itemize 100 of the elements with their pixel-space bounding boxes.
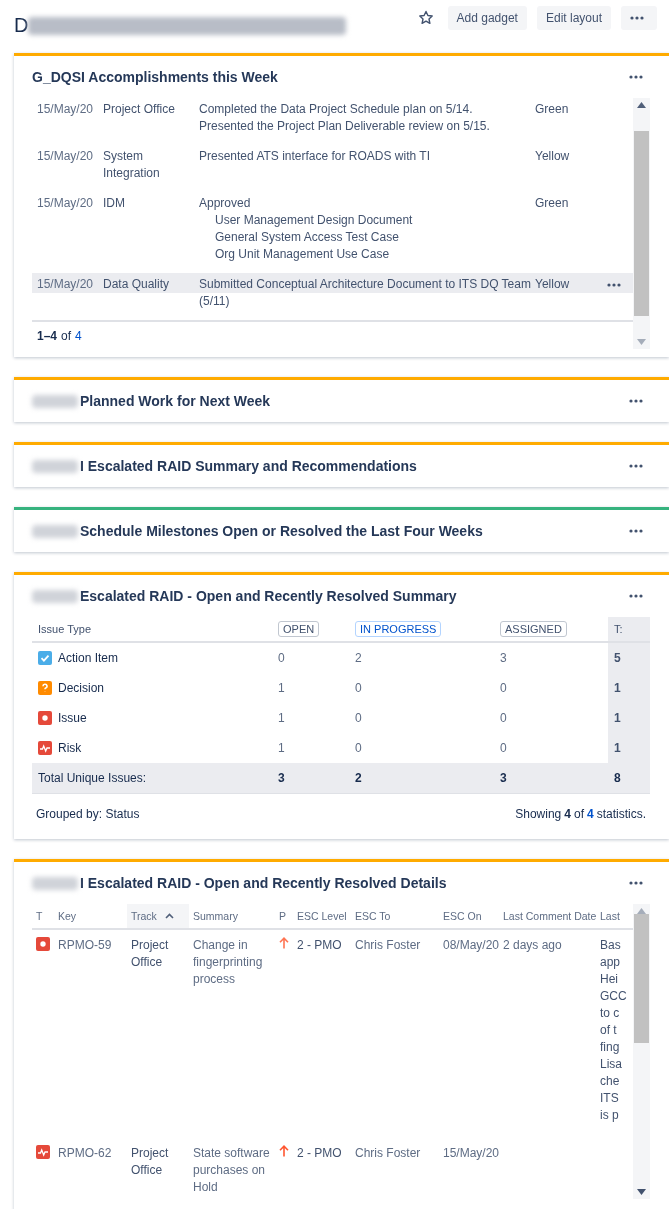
column-header[interactable]: T: [32, 904, 54, 928]
more-icon[interactable]: [629, 464, 643, 468]
issue-key-link[interactable]: RPMO-62: [54, 1145, 127, 1205]
gadget-title: Planned Work for Next Week: [80, 393, 271, 409]
column-header[interactable]: Last: [599, 904, 632, 928]
more-icon[interactable]: [629, 529, 643, 533]
count-link[interactable]: 2: [349, 651, 494, 665]
date-link[interactable]: 15/May/20: [37, 195, 103, 263]
summary-link[interactable]: Change in fingerprinting process: [189, 937, 275, 1124]
status-lozenge: OPEN: [278, 621, 320, 637]
last-comment-cell-text: Bas app Hei GCC to c of t fing Lisa che ITS is p: [599, 937, 628, 1124]
count-link[interactable]: 0: [349, 711, 494, 725]
more-icon[interactable]: [629, 399, 643, 403]
esc-level-cell-text: 2 - PMO: [296, 937, 343, 954]
more-icon[interactable]: [629, 881, 643, 885]
more-icon[interactable]: [607, 283, 621, 287]
scrollbar[interactable]: [633, 98, 650, 349]
gadget-title: I Escalated RAID - Open and Recently Resolved Details: [80, 875, 447, 891]
count-link[interactable]: 1: [272, 681, 349, 695]
showing-count: 4: [564, 807, 571, 821]
pager-total-link[interactable]: 4: [75, 329, 82, 343]
total-link[interactable]: 1: [608, 733, 650, 763]
status-cell-text: Yellow: [535, 148, 571, 165]
column-header[interactable]: ESC To: [351, 904, 439, 928]
count-link[interactable]: 0: [494, 681, 608, 695]
total-link[interactable]: 5: [608, 643, 650, 673]
scroll-down-icon[interactable]: [637, 1189, 646, 1195]
total-count: 2: [354, 771, 363, 785]
column-header: Issue Type: [37, 623, 92, 635]
status-cell-text: Yellow: [535, 276, 571, 293]
status-cell-text: Green: [535, 101, 570, 118]
esc-level-cell-text: 2 - PMO: [296, 1145, 343, 1162]
issue-type-link[interactable]: Issue: [58, 711, 87, 725]
esc-on-cell-text: 08/May/20: [442, 937, 499, 954]
column-header[interactable]: Key: [54, 904, 127, 928]
track-cell-text: Project Office: [103, 101, 176, 118]
column-header[interactable]: Last Comment Date: [499, 904, 599, 928]
table-row[interactable]: 15/May/20 IDM Approved User Management Design Document General System Access Test Case Org Unit Management Use Case Green: [32, 192, 633, 273]
status-lozenge: ASSIGNED: [500, 621, 567, 637]
totals-label: Total Unique Issues:: [37, 771, 148, 785]
column-header: T:: [608, 617, 650, 641]
column-header[interactable]: Summary: [189, 904, 275, 928]
description-item: User Management Design Document: [214, 212, 414, 229]
date-link[interactable]: 15/May/20: [37, 148, 103, 182]
count-link[interactable]: 3: [494, 651, 608, 665]
toolbar-button[interactable]: Edit layout: [536, 6, 611, 30]
track-cell-text: Project Office: [130, 937, 170, 971]
description-text: Presented ATS interface for ROADS with TI: [199, 148, 431, 165]
track-cell-text: Data Quality: [103, 276, 171, 293]
sort-caret-icon: [164, 913, 174, 919]
issue-key-link[interactable]: RPMO-59: [54, 937, 127, 1124]
last-comment-date-cell-text: 2 days ago: [502, 937, 563, 954]
count-link[interactable]: 1: [272, 741, 349, 755]
gadget-title: G_DQSI Accomplishments this Week: [32, 69, 278, 85]
count-link[interactable]: 0: [494, 711, 608, 725]
scroll-up-icon[interactable]: [637, 102, 646, 108]
showing-text: statistics.: [596, 807, 646, 821]
table-row[interactable]: 15/May/20 System Integration Presented ATS interface for ROADS with TI Yellow: [32, 145, 633, 192]
scrollbar[interactable]: [633, 904, 650, 1199]
gadget-title: Escalated RAID - Open and Recently Resolved Summary: [80, 588, 457, 604]
status-lozenge: IN PROGRESS: [355, 621, 442, 637]
count-link[interactable]: 0: [494, 741, 608, 755]
track-cell-text: Project Office: [130, 1145, 170, 1179]
gadget-title: Schedule Milestones Open or Resolved the Last Four Weeks: [80, 523, 483, 539]
table-row[interactable]: 15/May/20 Project Office Completed the Data Project Schedule plan on 5/14. Presented the Project Plan Deliverable review on 5/15. Green: [32, 98, 633, 145]
description-text: Completed the Data Project Schedule plan on 5/14.: [199, 101, 474, 118]
pager-range: 1–4: [37, 329, 58, 343]
showing-text: of: [573, 807, 584, 821]
description-text: Presented the Project Plan Deliverable review on 5/15.: [199, 118, 491, 135]
count-link[interactable]: 0: [349, 681, 494, 695]
date-link[interactable]: 15/May/20: [37, 101, 103, 135]
total-count: 8: [613, 771, 622, 785]
date-link[interactable]: 15/May/20: [37, 276, 103, 310]
total-link[interactable]: 1: [608, 673, 650, 703]
track-cell-text: System Integration: [103, 148, 161, 182]
sorted-column-header[interactable]: Track: [127, 904, 189, 928]
showing-total-link[interactable]: 4: [586, 807, 594, 821]
status-cell-text: Green: [535, 195, 570, 212]
column-header[interactable]: ESC Level: [293, 904, 351, 928]
more-icon[interactable]: [629, 594, 643, 598]
count-link[interactable]: 0: [272, 651, 349, 665]
esc-to-cell-text: Chris Foster: [354, 1145, 422, 1162]
esc-on-cell-text: 15/May/20: [442, 1145, 499, 1162]
count-link[interactable]: 0: [349, 741, 494, 755]
summary-link[interactable]: State software purchases on Hold: [189, 1145, 275, 1205]
description-text: Submitted Conceptual Architecture Document to ITS DQ Team (5/11): [199, 276, 532, 310]
more-icon[interactable]: [629, 75, 643, 79]
total-count: 3: [499, 771, 508, 785]
column-header[interactable]: ESC On: [439, 904, 499, 928]
column-header[interactable]: P: [275, 904, 293, 928]
count-link[interactable]: 1: [272, 711, 349, 725]
more-icon: [630, 16, 644, 20]
issue-type-link[interactable]: Risk: [58, 741, 82, 755]
issue-type-link[interactable]: Decision: [58, 681, 105, 695]
star-icon[interactable]: [417, 10, 434, 26]
total-link[interactable]: 1: [608, 703, 650, 733]
issue-type-link[interactable]: Action Item: [58, 651, 119, 665]
toolbar-button[interactable]: Add gadget: [447, 6, 527, 30]
total-count: 3: [277, 771, 286, 785]
dashboard-title: D: [14, 14, 29, 37]
